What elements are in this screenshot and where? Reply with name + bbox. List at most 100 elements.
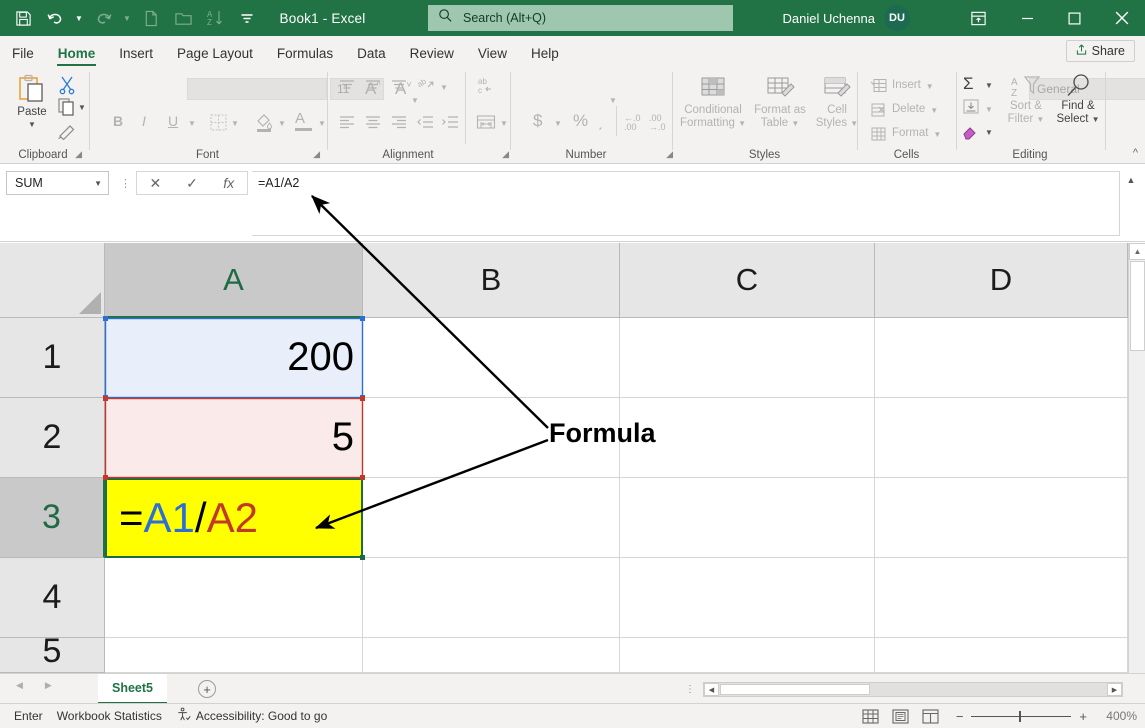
horizontal-scrollbar[interactable]: ◀ ▶: [703, 682, 1123, 697]
font-dialog-launcher[interactable]: ◢: [313, 149, 320, 160]
minimize-button[interactable]: [1004, 0, 1051, 36]
scrollbar-resize-handle[interactable]: ⋮: [685, 684, 695, 695]
column-header-a[interactable]: A: [105, 243, 363, 318]
cell-A3[interactable]: =A1/A2: [105, 478, 363, 558]
format-painter-button[interactable]: [57, 120, 78, 145]
zoom-level[interactable]: 400%: [1097, 709, 1137, 723]
column-header-b[interactable]: B: [363, 243, 620, 318]
format-as-table-button[interactable]: Format as Table ▼: [749, 76, 811, 130]
row-header-5[interactable]: 5: [0, 638, 105, 673]
add-sheet-button[interactable]: +: [198, 680, 216, 698]
save-icon[interactable]: [8, 4, 38, 32]
search-input[interactable]: Search (Alt+Q): [428, 5, 733, 31]
formula-input[interactable]: =A1/A2: [252, 171, 1120, 236]
ribbon-display-options-icon[interactable]: [952, 0, 1004, 36]
undo-dropdown-icon[interactable]: ▼: [72, 4, 86, 32]
number-dialog-launcher[interactable]: ◢: [666, 149, 673, 160]
open-icon[interactable]: [168, 4, 198, 32]
insert-cells-button[interactable]: Insert ▼: [870, 78, 934, 94]
name-box-dropdown-icon[interactable]: ▼: [94, 179, 102, 188]
customize-qat-icon[interactable]: [232, 4, 262, 32]
clear-button[interactable]: [961, 122, 980, 145]
tab-page-layout[interactable]: Page Layout: [165, 47, 265, 67]
column-header-c[interactable]: C: [620, 243, 875, 318]
orientation-dropdown-icon[interactable]: ▼: [440, 83, 448, 92]
zoom-out-button[interactable]: −: [956, 709, 964, 724]
delete-cells-button[interactable]: Delete ▼: [870, 102, 938, 118]
insert-function-button[interactable]: fx: [212, 175, 246, 191]
copy-dropdown-icon[interactable]: ▼: [78, 103, 86, 112]
column-header-d[interactable]: D: [875, 243, 1128, 318]
fill-button[interactable]: [962, 98, 980, 121]
cancel-formula-button[interactable]: ✕: [138, 175, 172, 192]
normal-view-icon[interactable]: [856, 705, 886, 727]
tab-data[interactable]: Data: [345, 47, 398, 67]
format-cells-button[interactable]: Format ▼: [870, 126, 941, 142]
fill-dropdown-icon[interactable]: ▼: [985, 105, 993, 114]
cell-C4[interactable]: [620, 558, 875, 638]
cell-D2[interactable]: [875, 398, 1128, 478]
new-icon[interactable]: [136, 4, 166, 32]
name-box[interactable]: SUM ▼: [6, 171, 109, 195]
row-header-4[interactable]: 4: [0, 558, 105, 638]
find-select-button[interactable]: Find & Select ▼: [1052, 74, 1104, 126]
cell-B5[interactable]: [363, 638, 620, 673]
cell-A1[interactable]: 200: [105, 318, 363, 398]
fill-color-dropdown-icon[interactable]: ▼: [278, 119, 286, 128]
user-account[interactable]: Daniel Uchenna DU: [782, 0, 910, 36]
cell-A2[interactable]: 5: [105, 398, 363, 478]
cell-D5[interactable]: [875, 638, 1128, 673]
scroll-right-button[interactable]: ▶: [1107, 683, 1122, 696]
align-center-button[interactable]: [364, 114, 382, 135]
comma-style-button[interactable]: ͵: [598, 111, 604, 131]
cell-C1[interactable]: [620, 318, 875, 398]
orientation-button[interactable]: ab: [417, 76, 437, 99]
select-all-button[interactable]: [0, 243, 105, 318]
zoom-slider-track[interactable]: [971, 716, 1071, 717]
tab-formulas[interactable]: Formulas: [265, 47, 345, 67]
autosum-dropdown-icon[interactable]: ▼: [985, 81, 993, 90]
tab-home[interactable]: Home: [46, 47, 108, 67]
currency-button[interactable]: $: [533, 111, 542, 131]
align-bottom-button[interactable]: [390, 78, 408, 99]
italic-button[interactable]: I: [142, 113, 146, 129]
conditional-formatting-button[interactable]: Conditional Formatting ▼: [677, 76, 749, 130]
merge-dropdown-icon[interactable]: ▼: [500, 119, 508, 128]
cell-A5[interactable]: [105, 638, 363, 673]
paste-dropdown-icon[interactable]: ▼: [28, 120, 36, 129]
underline-dropdown-icon[interactable]: ▼: [188, 119, 196, 128]
tab-insert[interactable]: Insert: [107, 47, 165, 67]
cell-D1[interactable]: [875, 318, 1128, 398]
page-layout-view-icon[interactable]: [886, 705, 916, 727]
sheet-tab-sheet5[interactable]: Sheet5: [98, 674, 167, 704]
cell-C2[interactable]: [620, 398, 875, 478]
row-header-3[interactable]: 3: [0, 478, 105, 558]
underline-button[interactable]: U: [168, 113, 178, 129]
scroll-up-button[interactable]: ▲: [1129, 243, 1145, 260]
align-right-button[interactable]: [390, 114, 408, 135]
horizontal-scrollbar-thumb[interactable]: [720, 684, 870, 695]
redo-dropdown-icon[interactable]: ▼: [120, 4, 134, 32]
vertical-scrollbar[interactable]: ▲: [1128, 243, 1145, 673]
font-color-dropdown-icon[interactable]: ▼: [318, 119, 326, 128]
wrap-text-button[interactable]: abc: [476, 76, 496, 101]
clipboard-dialog-launcher[interactable]: ◢: [75, 149, 82, 160]
collapse-ribbon-icon[interactable]: ^: [1133, 147, 1138, 159]
sheet-next-icon[interactable]: ▶: [45, 680, 52, 691]
avatar[interactable]: DU: [884, 5, 910, 31]
paste-button[interactable]: Paste ▼: [8, 74, 56, 129]
share-button[interactable]: Share: [1066, 40, 1135, 62]
sheet-prev-icon[interactable]: ◀: [16, 680, 23, 691]
currency-dropdown-icon[interactable]: ▼: [554, 119, 562, 128]
undo-icon[interactable]: [40, 4, 70, 32]
borders-dropdown-icon[interactable]: ▼: [231, 119, 239, 128]
copy-button[interactable]: [57, 97, 77, 122]
cell-styles-button[interactable]: Cell Styles ▼: [811, 76, 863, 130]
zoom-in-button[interactable]: +: [1079, 709, 1087, 724]
align-left-button[interactable]: [338, 114, 356, 135]
formula-bar-handle[interactable]: ⋮: [120, 177, 131, 190]
maximize-button[interactable]: [1051, 0, 1098, 36]
sort-az-icon[interactable]: AZ: [200, 4, 230, 32]
percent-button[interactable]: %: [573, 111, 588, 131]
expand-formula-bar-icon[interactable]: ▲: [1121, 171, 1141, 236]
